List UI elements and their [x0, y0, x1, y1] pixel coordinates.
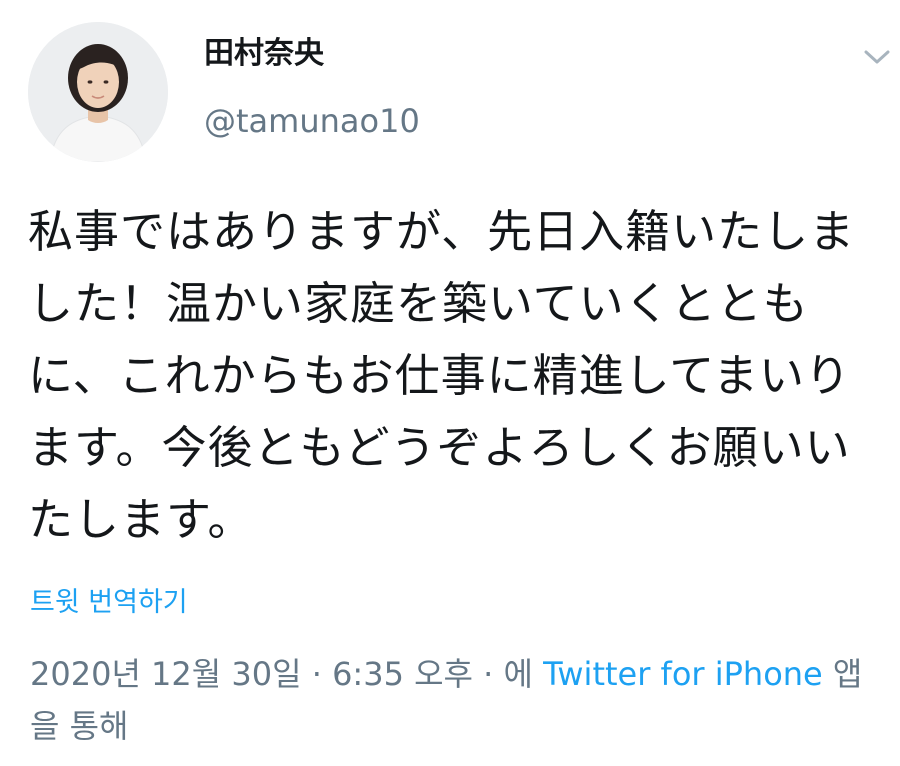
meta-separator: ·: [301, 655, 333, 693]
meta-separator: ·: [472, 655, 504, 693]
translate-tweet-link[interactable]: 트윗 번역하기: [30, 584, 188, 622]
via-prefix: 에: [503, 655, 544, 693]
tweet-meta: 2020년 12월 30일 · 6:35 오후 · 에 Twitter for …: [30, 648, 890, 752]
tweet-card: 田村奈央 @tamunao10 私事ではありますが、先日入籍いたしました！温かい…: [0, 0, 900, 766]
tweet-time[interactable]: 6:35 오후: [332, 655, 473, 693]
profile-photo-icon: [28, 22, 168, 162]
tweet-text: 私事ではありますが、先日入籍いたしました！温かい家庭を築いていくとともに、これか…: [28, 205, 856, 546]
chevron-down-icon[interactable]: [860, 42, 894, 72]
avatar[interactable]: [28, 22, 168, 162]
display-name[interactable]: 田村奈央: [204, 34, 324, 74]
tweet-date[interactable]: 2020년 12월 30일: [30, 655, 302, 693]
source-app-link[interactable]: Twitter for iPhone: [543, 655, 823, 693]
user-handle[interactable]: @tamunao10: [204, 100, 420, 142]
